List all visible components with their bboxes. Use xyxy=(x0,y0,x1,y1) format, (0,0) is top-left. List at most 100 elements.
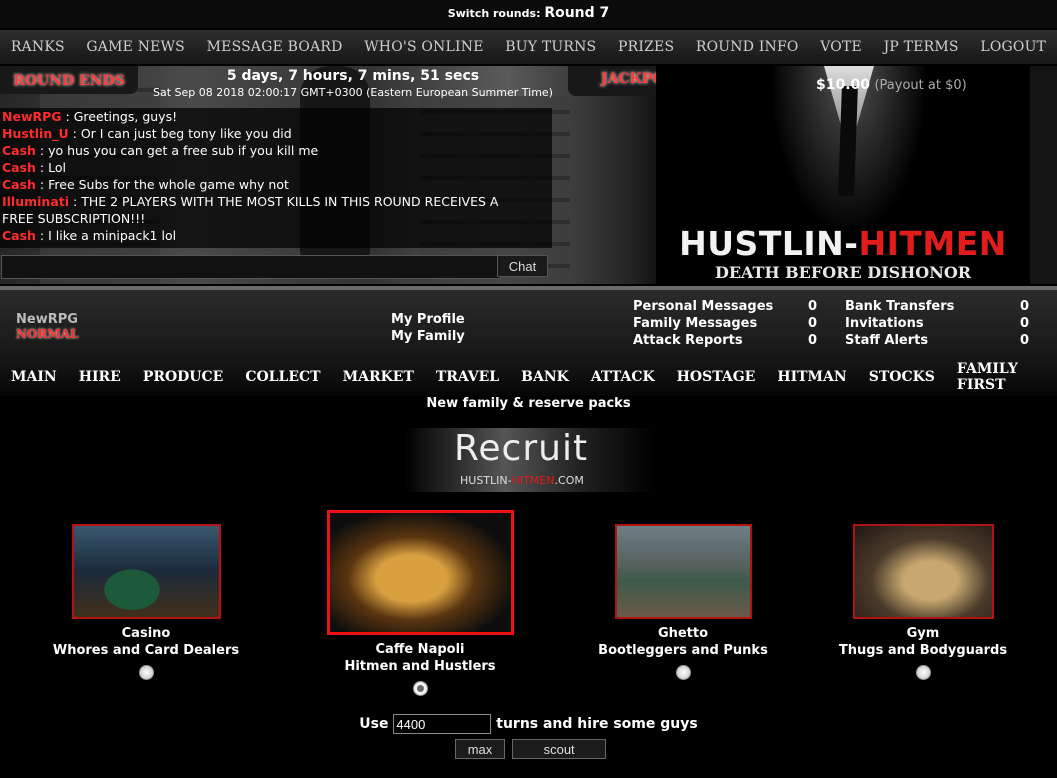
chat-user[interactable]: Illuminati xyxy=(2,194,69,209)
scout-button[interactable]: scout xyxy=(512,739,607,759)
location-name: Gym xyxy=(906,626,940,641)
nav-market[interactable]: MARKET xyxy=(332,369,425,385)
ghetto-image[interactable] xyxy=(614,524,752,619)
location-caffe-napoli[interactable]: Caffe Napoli Hitmen and Hustlers xyxy=(320,510,520,696)
chat-message: Cash : Lol xyxy=(0,159,552,176)
nav-attack[interactable]: ATTACK xyxy=(580,369,666,385)
recruit-logo: Recruit HUSTLIN-HITMEN.COM xyxy=(404,428,654,492)
hire-buttons: max scout xyxy=(455,739,609,759)
location-name: Caffe Napoli xyxy=(375,642,465,657)
nav-ranks[interactable]: RANKS xyxy=(11,39,65,55)
nav-main[interactable]: MAIN xyxy=(0,369,68,385)
chat-user[interactable]: NewRPG xyxy=(2,109,62,124)
main-nav: MAIN HIRE PRODUCE COLLECT MARKET TRAVEL … xyxy=(0,358,1057,396)
turns-input[interactable] xyxy=(393,714,492,734)
jackpot-amount-box: $10.00 (Payout at $0) xyxy=(816,77,967,93)
my-profile-link[interactable]: My Profile xyxy=(391,311,465,328)
chat-user[interactable]: Cash xyxy=(2,160,36,175)
nav-hostage[interactable]: HOSTAGE xyxy=(666,369,767,385)
chat-user[interactable]: Hustlin_U xyxy=(2,126,69,141)
chat-input[interactable] xyxy=(1,255,501,279)
nav-jp-terms[interactable]: JP TERMS xyxy=(884,39,959,55)
recruit-site: HUSTLIN-HITMEN.COM xyxy=(460,474,584,487)
nav-game-news[interactable]: GAME NEWS xyxy=(86,39,185,55)
nav-whos-online[interactable]: WHO'S ONLINE xyxy=(364,39,483,55)
location-ghetto[interactable]: Ghetto Bootleggers and Punks xyxy=(583,524,783,680)
chat-button[interactable]: Chat xyxy=(497,255,548,277)
chat-user[interactable]: Cash xyxy=(2,228,36,243)
hire-prefix: Use xyxy=(359,716,389,732)
nav-bank[interactable]: BANK xyxy=(510,369,580,385)
location-name: Casino xyxy=(121,626,171,641)
jackpot-amount: $10.00 xyxy=(816,77,871,93)
location-desc: Thugs and Bodyguards xyxy=(838,643,1008,658)
location-desc: Hitmen and Hustlers xyxy=(344,659,496,674)
count-row[interactable]: Bank Transfers 0 xyxy=(845,298,1029,315)
location-gym[interactable]: Gym Thugs and Bodyguards xyxy=(823,524,1023,680)
nav-stocks[interactable]: STOCKS xyxy=(858,369,946,385)
chat-user[interactable]: Cash xyxy=(2,143,36,158)
switch-rounds-label: Switch rounds: xyxy=(447,7,541,20)
hero-banner: ROUND ENDS 5 days, 7 hours, 7 mins, 51 s… xyxy=(0,66,1057,284)
nav-prizes[interactable]: PRIZES xyxy=(618,39,674,55)
round-ends-tab: ROUND ENDS xyxy=(0,66,138,94)
count-row[interactable]: Family Messages 0 xyxy=(633,315,817,332)
profile-links: My Profile My Family xyxy=(391,311,465,345)
user-rank: NORMAL xyxy=(16,327,79,341)
nav-hire[interactable]: HIRE xyxy=(68,369,132,385)
nav-round-info[interactable]: ROUND INFO xyxy=(696,39,799,55)
caffe-napoli-image[interactable] xyxy=(326,510,514,635)
round-timer: 5 days, 7 hours, 7 mins, 51 secs Sat Sep… xyxy=(140,68,566,99)
casino-image[interactable] xyxy=(71,524,221,619)
chat-message: Cash : Free Subs for the whole game why … xyxy=(0,176,552,193)
message-counts: Personal Messages 0 Family Messages 0 Atta… xyxy=(633,298,817,349)
count-row[interactable]: Staff Alerts 0 xyxy=(845,332,1029,349)
location-casino[interactable]: Casino Whores and Card Dealers xyxy=(46,524,246,680)
round-ends-label: ROUND ENDS xyxy=(13,73,125,89)
chat-text: : Free Subs for the whole game why not xyxy=(35,177,289,192)
packs-notice[interactable]: New family & reserve packs xyxy=(0,396,1057,411)
nav-produce[interactable]: PRODUCE xyxy=(132,369,235,385)
location-desc: Whores and Card Dealers xyxy=(52,643,240,658)
location-radio[interactable] xyxy=(138,665,154,680)
count-row[interactable]: Personal Messages 0 xyxy=(633,298,817,315)
nav-vote[interactable]: VOTE xyxy=(820,39,862,55)
nav-message-board[interactable]: MESSAGE BOARD xyxy=(207,39,343,55)
chat-message: NewRPG : Greetings, guys! xyxy=(0,108,552,125)
chat-user[interactable]: Cash xyxy=(2,177,36,192)
hire-suffix: turns and hire some guys xyxy=(496,716,698,732)
count-row[interactable]: Invitations 0 xyxy=(845,315,1029,332)
hustlin-hitmen-poster: $10.00 (Payout at $0) HUSTLIN-HITMEN DEA… xyxy=(656,66,1030,284)
chat-text: : Greetings, guys! xyxy=(61,109,178,124)
location-name: Ghetto xyxy=(657,626,709,641)
location-radio[interactable] xyxy=(915,665,931,680)
max-button[interactable]: max xyxy=(455,739,505,759)
chat-text: : I like a minipack1 lol xyxy=(35,228,177,243)
jackpot-payout: (Payout at $0) xyxy=(874,78,967,93)
round-end-time: Sat Sep 08 2018 02:00:17 GMT+0300 (Easte… xyxy=(153,86,553,99)
top-nav: RANKS GAME NEWS MESSAGE BOARD WHO'S ONLI… xyxy=(0,30,1057,64)
username[interactable]: NewRPG xyxy=(16,312,78,327)
nav-collect[interactable]: COLLECT xyxy=(234,369,331,385)
current-round-link[interactable]: Round 7 xyxy=(544,5,609,21)
chat-text: : THE 2 PLAYERS WITH THE MOST KILLS IN T… xyxy=(2,194,499,226)
countdown: 5 days, 7 hours, 7 mins, 51 secs xyxy=(226,68,480,84)
location-radio[interactable] xyxy=(675,665,691,680)
location-radio[interactable] xyxy=(412,681,428,696)
nav-logout[interactable]: LOGOUT xyxy=(980,39,1046,55)
count-row[interactable]: Attack Reports 0 xyxy=(633,332,817,349)
poster-tagline: DEATH BEFORE DISHONOR xyxy=(714,263,972,282)
user-box: NewRPG NORMAL xyxy=(16,312,78,341)
poster-logo: HUSTLIN-HITMEN xyxy=(679,224,1007,263)
gym-image[interactable] xyxy=(852,524,994,619)
nav-family-first[interactable]: FAMILY FIRST xyxy=(946,361,1057,393)
recruit-title: Recruit xyxy=(454,428,589,469)
location-desc: Bootleggers and Punks xyxy=(598,643,768,658)
my-family-link[interactable]: My Family xyxy=(391,328,465,345)
nav-travel[interactable]: TRAVEL xyxy=(425,369,510,385)
hire-form: Use turns and hire some guys xyxy=(0,714,1057,734)
chat-box: NewRPG : Greetings, guys! Hustlin_U : Or… xyxy=(0,108,552,248)
chat-message: Illuminati : THE 2 PLAYERS WITH THE MOST… xyxy=(0,193,522,227)
nav-hitman[interactable]: HITMAN xyxy=(766,369,857,385)
nav-buy-turns[interactable]: BUY TURNS xyxy=(505,39,596,55)
